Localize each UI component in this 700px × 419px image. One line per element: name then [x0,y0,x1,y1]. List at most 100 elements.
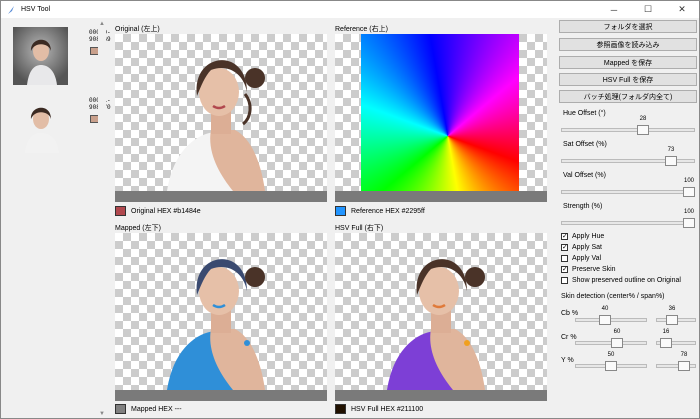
thumbnail-item[interactable]: 00050- 908069 [13,27,111,85]
checkbox-box[interactable] [561,255,568,262]
hsvfull-canvas[interactable] [335,233,547,390]
val-offset-value: 100 [683,178,694,184]
mapped-bar [115,390,327,401]
window-title: HSV Tool [21,6,51,13]
slider-track [561,221,695,225]
slider-thumb[interactable] [611,338,623,348]
cb-center-value: 40 [601,306,609,312]
hsvfull-hex-label: HSV Full HEX #211100 [351,405,424,413]
apply-hue-checkbox[interactable]: ✓ Apply Hue [561,233,604,240]
reference-canvas[interactable] [335,34,547,191]
hue-offset-slider[interactable]: 28 [561,116,695,135]
apply-val-checkbox[interactable]: Apply Val [561,255,601,262]
checkbox-label: Show preserved outline on Original [572,277,681,284]
checkbox-label: Apply Hue [572,233,605,240]
hsvfull-panel-label: HSV Full (右下) [335,225,384,232]
reference-hex-label: Reference HEX #2295ff [351,207,425,215]
hue-offset-label: Hue Offset (°) [563,110,606,117]
reference-image [361,34,519,191]
apply-sat-checkbox[interactable]: ✓ Apply Sat [561,244,602,251]
mapped-panel-label: Mapped (左下) [115,225,161,232]
cr-center-value: 60 [613,329,621,335]
batch-process-button[interactable]: バッチ処理(フォルダ内全て) [559,90,697,103]
slider-track [575,318,647,322]
slider-thumb[interactable] [683,218,695,228]
slider-thumb[interactable] [666,315,678,325]
mapped-canvas[interactable] [115,233,327,390]
hsvfull-hex-swatch [335,404,346,414]
strength-label: Strength (%) [563,203,603,210]
thumbnail-item[interactable]: 00051- 908070 [13,95,111,153]
sat-offset-label: Sat Offset (%) [563,141,607,148]
slider-thumb[interactable] [683,187,695,197]
minimize-button[interactable]: ─ [597,1,631,18]
checkbox-box[interactable]: ✓ [561,233,568,240]
reference-hex-swatch [335,206,346,216]
hsvfull-hex-row: HSV Full HEX #211100 [335,404,423,414]
mapped-image [167,259,265,390]
cb-center-slider[interactable]: 40 [575,306,647,325]
original-hex-label: Original HEX #b1484e [131,207,201,215]
strength-value: 100 [683,209,694,215]
original-bar [115,191,327,202]
maximize-button[interactable]: ☐ [631,1,665,18]
close-button[interactable]: ✕ [665,1,699,18]
slider-thumb[interactable] [637,125,649,135]
original-panel-label: Original (左上) [115,26,160,33]
mapped-hex-row: Mapped HEX --- [115,404,182,414]
portrait-image [167,60,265,191]
checkbox-label: Preserve Skin [572,266,616,273]
hue-offset-value: 28 [639,116,647,122]
scroll-down-icon[interactable]: ▼ [98,411,106,417]
checkbox-box[interactable] [561,277,568,284]
slider-thumb[interactable] [605,361,617,371]
slider-thumb[interactable] [678,361,690,371]
thumbnail-scrollbar[interactable]: ▲ ▼ [98,21,106,417]
reference-bar [335,191,547,202]
cr-span-slider[interactable]: 16 [656,329,696,348]
cr-span-value: 16 [662,329,670,335]
save-mapped-button[interactable]: Mapped を保存 [559,56,697,69]
slider-track [561,190,695,194]
show-outline-checkbox[interactable]: Show preserved outline on Original [561,277,681,284]
sat-offset-value: 73 [667,147,675,153]
checkbox-box[interactable]: ✓ [561,244,568,251]
cb-span-value: 36 [668,306,676,312]
mapped-hex-swatch [115,404,126,414]
y-span-slider[interactable]: 78 [656,352,696,371]
hsvfull-image [387,259,485,390]
feather-icon [8,5,14,14]
app-window: HSV Tool ─ ☐ ✕ 00050- 908069 [0,0,700,419]
thumbnail-image [13,27,68,85]
slider-track [656,364,696,368]
sat-offset-slider[interactable]: 73 [561,147,695,166]
select-folder-button[interactable]: フォルダを選択 [559,20,697,33]
y-label: Y % [561,357,574,364]
y-span-value: 78 [680,352,688,358]
thumbnail-image [25,107,59,153]
val-offset-slider[interactable]: 100 [561,178,695,197]
slider-track [561,128,695,132]
y-center-slider[interactable]: 50 [575,352,647,371]
slider-thumb[interactable] [660,338,672,348]
load-reference-button[interactable]: 参照画像を読み込み [559,38,697,51]
slider-thumb[interactable] [599,315,611,325]
slider-thumb[interactable] [665,156,677,166]
cr-center-slider[interactable]: 60 [575,329,647,348]
preserve-skin-checkbox[interactable]: ✓ Preserve Skin [561,266,616,273]
strength-slider[interactable]: 100 [561,209,695,228]
checkbox-label: Apply Sat [572,244,602,251]
original-hex-swatch [115,206,126,216]
original-hex-row: Original HEX #b1484e [115,206,201,216]
checkbox-label: Apply Val [572,255,602,262]
title-bar: HSV Tool ─ ☐ ✕ [1,1,699,18]
thumbnail-list[interactable]: 00050- 908069 00051- 908070 [3,21,111,417]
checkbox-box[interactable]: ✓ [561,266,568,273]
skin-detection-title: Skin detection (center% / span%) [561,293,665,300]
y-center-value: 50 [607,352,615,358]
scroll-up-icon[interactable]: ▲ [98,21,106,27]
hsvfull-bar [335,390,547,401]
cb-span-slider[interactable]: 36 [656,306,696,325]
original-canvas[interactable] [115,34,327,191]
save-hsvfull-button[interactable]: HSV Full を保存 [559,73,697,86]
